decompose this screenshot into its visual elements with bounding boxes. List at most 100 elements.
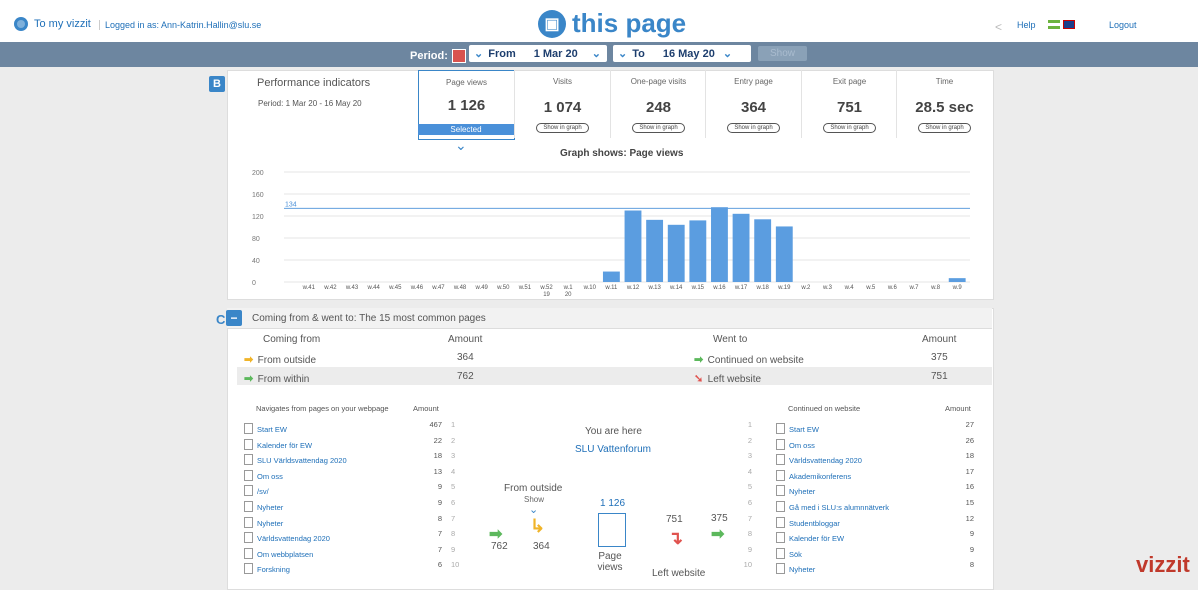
bar[interactable] — [624, 210, 642, 283]
show-in-graph-button[interactable]: Show in graph — [918, 123, 971, 133]
page-icon — [776, 438, 785, 450]
x-tick-label: w.3 — [822, 285, 833, 291]
performance-period: Period: 1 Mar 20 - 16 May 20 — [258, 99, 362, 108]
bar[interactable] — [732, 213, 750, 282]
page-link[interactable]: Nyheter — [789, 565, 815, 574]
show-in-graph-button[interactable]: Show in graph — [632, 123, 685, 133]
page-link[interactable]: Nyheter — [257, 503, 283, 512]
page-link[interactable]: Kalender för EW — [789, 534, 844, 543]
bar[interactable] — [754, 219, 772, 282]
kpi-exit-page[interactable]: Exit page 751 Show in graph — [801, 70, 897, 138]
graph-title: Graph shows: Page views — [560, 148, 684, 159]
x-tick-label: w.9 — [952, 285, 963, 291]
page-link[interactable]: Start EW — [257, 425, 287, 434]
show-in-graph-button[interactable]: Show in graph — [727, 123, 780, 133]
logged-in-text: Logged in as: Ann-Katrin.Hallin@slu.se — [99, 20, 261, 30]
bar[interactable] — [646, 219, 664, 282]
from-date-select[interactable]: ⌄ From 1 Mar 20 ⌄ — [469, 45, 607, 62]
page-link[interactable]: Forskning — [257, 565, 290, 574]
x-tick-label: w.45 — [388, 285, 402, 291]
kpi-label: Entry page — [734, 77, 773, 86]
arrow-right-icon: ➡ — [711, 526, 725, 543]
row-number: 7 — [451, 513, 456, 523]
page-icon: ▣ — [538, 9, 566, 38]
page-icon — [776, 516, 785, 528]
row-number: 6 — [451, 498, 456, 507]
row-number: 3 — [747, 451, 752, 461]
y-tick-label: 0 — [252, 280, 256, 287]
x-tick-label: w.41 — [302, 285, 316, 291]
page-amount: 26 — [965, 435, 974, 445]
page-link[interactable]: Om oss — [257, 472, 283, 481]
to-my-vizzit-link[interactable]: To my vizzit — [14, 17, 91, 31]
bar[interactable] — [775, 226, 793, 282]
kpi-one-page-visits[interactable]: One-page visits 248 Show in graph — [610, 70, 706, 138]
from-outside-value: 364 — [457, 352, 474, 363]
page-link[interactable]: Världsvattendag 2020 — [789, 456, 862, 465]
list-item[interactable]: Forskning — [244, 559, 290, 577]
kpi-value: 364 — [740, 99, 767, 116]
you-are-here: You are here — [585, 426, 642, 437]
page-link[interactable]: SLU Världsvattendag 2020 — [257, 456, 347, 465]
page-link[interactable]: Start EW — [789, 425, 819, 434]
page-link[interactable]: Världsvattendag 2020 — [257, 534, 330, 543]
page-icon — [776, 532, 785, 544]
swedish-flag-icon[interactable] — [1048, 20, 1060, 29]
show-button[interactable]: Show — [758, 46, 807, 61]
page-amount: 18 — [965, 451, 974, 461]
kpi-time[interactable]: Time 28.5 sec Show in graph — [896, 70, 992, 138]
average-line-label: 134 — [285, 201, 297, 208]
collapse-button[interactable]: − — [226, 310, 242, 326]
bar[interactable] — [711, 207, 728, 282]
page-link[interactable]: Om webbplatsen — [257, 550, 313, 559]
x-tick-label: w.7 — [908, 285, 919, 291]
bar[interactable] — [667, 224, 685, 282]
page-amount: 22 — [433, 435, 442, 445]
page-link[interactable]: /sv/ — [257, 487, 269, 496]
x-tick-label: w.10 — [583, 285, 597, 291]
kpi-entry-page[interactable]: Entry page 364 Show in graph — [705, 70, 801, 138]
show-in-graph-button[interactable]: Show in graph — [536, 123, 589, 133]
calendar-icon[interactable] — [451, 49, 466, 63]
bar[interactable] — [948, 278, 966, 282]
page-icon — [244, 454, 253, 466]
page-amount: 16 — [965, 482, 974, 492]
uk-flag-icon[interactable] — [1063, 20, 1075, 29]
page-link[interactable]: Sök — [789, 550, 802, 559]
x-tick-label: w.51 — [518, 285, 532, 291]
from-label: From — [488, 47, 516, 60]
chevron-down-icon: ⌄ — [529, 504, 539, 516]
page-amount: 7 — [437, 544, 442, 554]
page-link[interactable]: Nyheter — [257, 519, 283, 528]
page-amount: 467 — [429, 420, 442, 429]
page-link[interactable]: Om oss — [789, 441, 815, 450]
flow-page-views-count: 1 126 — [600, 498, 626, 509]
vizzit-logo: vizzit — [1136, 552, 1190, 577]
kpi-visits[interactable]: Visits 1 074 Show in graph — [514, 70, 610, 138]
page-link[interactable]: Studentbloggar — [789, 519, 840, 528]
page-amount: 9 — [969, 544, 974, 554]
x-tick-label: 20 — [565, 292, 572, 297]
page-amount: 6 — [437, 560, 442, 570]
from-outside-label: From outside — [257, 355, 317, 366]
bar[interactable] — [689, 220, 707, 282]
logout-link[interactable]: Logout — [1109, 20, 1137, 30]
share-icon[interactable]: < — [995, 20, 1002, 34]
help-link[interactable]: Help — [1017, 20, 1036, 30]
page-link[interactable]: Akademikonferens — [789, 472, 851, 481]
x-tick-label: w.1 — [563, 285, 574, 291]
row-number: 8 — [451, 529, 456, 539]
page-link[interactable]: Gå med i SLU:s alumnnätverk — [789, 503, 889, 512]
page-link[interactable]: Kalender för EW — [257, 441, 312, 450]
x-tick-label: w.16 — [712, 285, 726, 291]
page-link[interactable]: Nyheter — [789, 487, 815, 496]
to-date-select[interactable]: ⌄ To 16 May 20 ⌄ — [613, 45, 751, 62]
bar[interactable] — [602, 271, 620, 282]
x-tick-label: w.49 — [475, 285, 489, 291]
page-amount: 9 — [437, 498, 442, 507]
arrow-right-icon: ➡ — [244, 373, 254, 385]
show-in-graph-button[interactable]: Show in graph — [823, 123, 876, 133]
flow-left-value: 751 — [666, 514, 683, 525]
section-badge-c: C — [216, 312, 226, 327]
list-item[interactable]: Nyheter — [776, 559, 815, 577]
